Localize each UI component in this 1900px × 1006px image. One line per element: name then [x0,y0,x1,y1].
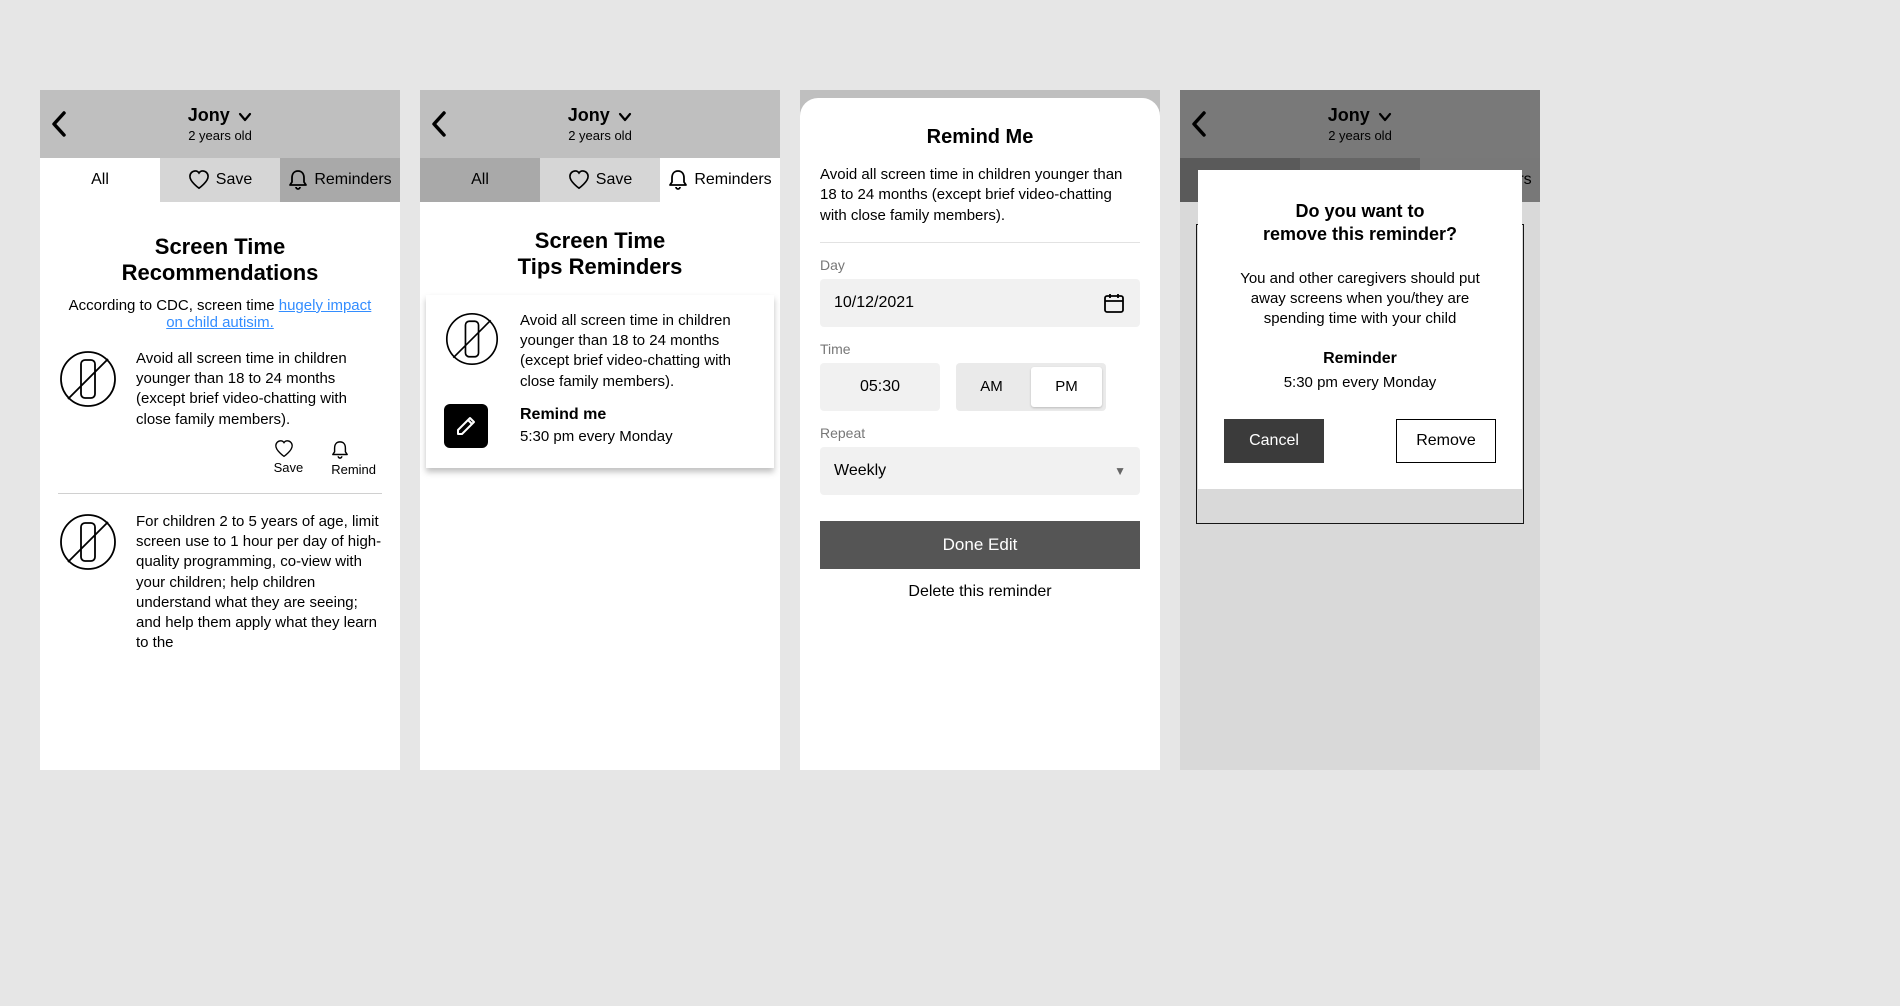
tab-save-label: Save [216,171,252,189]
page-title: Screen TimeRecommendations [58,234,382,287]
tab-reminders-label: Reminders [314,171,391,189]
dropdown-triangle-icon: ▼ [1114,464,1126,478]
remind-me-label: Remind me [520,406,673,424]
bell-icon [288,169,308,191]
ampm-toggle: AM PM [956,363,1106,411]
chevron-down-icon [238,109,252,125]
reminder-text: Avoid all screen time in children younge… [520,311,756,392]
tab-save[interactable]: Save [160,158,280,202]
day-label: Day [820,257,1140,273]
am-option[interactable]: AM [956,363,1027,411]
save-tip-button[interactable]: Save [274,440,304,477]
repeat-label: Repeat [820,425,1140,441]
day-input[interactable]: 10/12/2021 [820,279,1140,327]
edit-sheet: Remind Me Avoid all screen time in child… [800,98,1160,770]
cancel-button[interactable]: Cancel [1224,419,1324,463]
time-label: Time [820,341,1140,357]
screen-reminders-list: Jony 2 years old All Save [420,90,780,770]
app-header: Jony 2 years old [40,90,400,158]
dialog-title: Do you want toremove this reminder? [1224,200,1496,247]
sheet-title: Remind Me [820,126,1140,149]
tab-reminders[interactable]: Reminders [280,158,400,202]
time-value: 05:30 [860,378,900,396]
tip-item: Avoid all screen time in children younge… [58,331,382,436]
tab-all[interactable]: All [40,158,160,202]
repeat-select[interactable]: Weekly ▼ [820,447,1140,495]
app-header: Jony 2 years old [420,90,780,158]
heart-icon [188,170,210,190]
edit-reminder-button[interactable] [444,404,488,448]
back-button[interactable] [50,110,80,138]
tab-bar: All Save Reminders [420,158,780,202]
child-name: Jony [568,105,610,125]
tab-all-label: All [471,171,489,189]
tip-text: For children 2 to 5 years of age, limit … [136,512,382,654]
reminder-card: Avoid all screen time in children younge… [426,295,774,468]
pm-option[interactable]: PM [1031,367,1102,407]
tab-all-label: All [91,171,109,189]
dialog-subheading: Reminder [1224,350,1496,368]
child-age: 2 years old [460,128,740,143]
child-selector[interactable]: Jony [460,105,740,126]
screen-recommendations: Jony 2 years old All Save [40,90,400,770]
calendar-icon [1102,291,1126,315]
no-phone-icon [58,512,122,654]
tab-save[interactable]: Save [540,158,660,202]
tip-item: For children 2 to 5 years of age, limit … [58,494,382,660]
dialog-schedule: 5:30 pm every Monday [1224,374,1496,391]
screen-remove-confirm: Jony 2 years old All Save [1180,90,1540,770]
back-button[interactable] [430,110,460,138]
no-phone-icon [444,311,504,392]
heart-icon [274,440,304,458]
remind-schedule: 5:30 pm every Monday [520,428,673,445]
tab-all[interactable]: All [420,158,540,202]
remind-tip-button[interactable]: Remind [331,440,376,477]
chevron-down-icon [618,109,632,125]
no-phone-icon [58,349,122,430]
sheet-description: Avoid all screen time in children younge… [820,165,1140,226]
dialog-body: You and other caregivers should put away… [1224,269,1496,330]
heart-icon [568,170,590,190]
time-input[interactable]: 05:30 [820,363,940,411]
tab-reminders-label: Reminders [694,171,771,189]
remove-button[interactable]: Remove [1396,419,1496,463]
tip-text: Avoid all screen time in children younge… [136,349,382,430]
tab-reminders[interactable]: Reminders [660,158,780,202]
page-title: Screen TimeTips Reminders [420,228,780,281]
done-edit-button[interactable]: Done Edit [820,521,1140,569]
repeat-value: Weekly [834,462,886,480]
child-selector[interactable]: Jony [80,105,360,126]
intro-text: According to CDC, screen time hugely imp… [58,297,382,331]
bell-icon [668,169,688,191]
delete-reminder-link[interactable]: Delete this reminder [820,583,1140,601]
day-value: 10/12/2021 [834,294,914,312]
bell-icon [331,440,376,460]
confirm-dialog: Do you want toremove this reminder? You … [1198,170,1522,489]
tab-bar: All Save Reminders [40,158,400,202]
child-name: Jony [188,105,230,125]
pencil-icon [454,414,478,438]
screen-edit-reminder: Remind Me Avoid all screen time in child… [800,90,1160,770]
child-age: 2 years old [80,128,360,143]
tab-save-label: Save [596,171,632,189]
